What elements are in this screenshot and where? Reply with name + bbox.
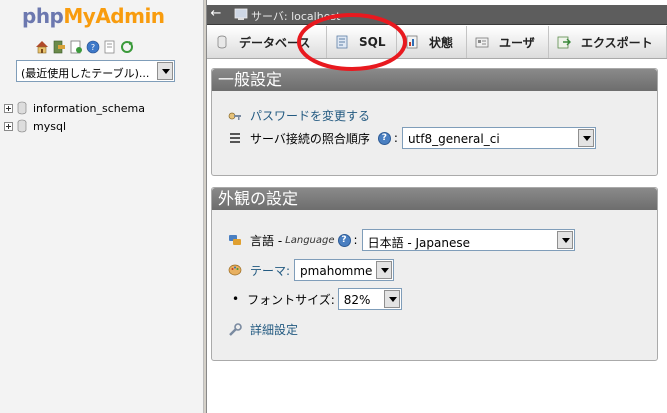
users-icon bbox=[475, 35, 489, 49]
tab-label: ユーザ bbox=[499, 35, 535, 50]
tab-bar: データベース SQL 状態 ユーザ エクスポート bbox=[207, 26, 667, 59]
database-item[interactable]: mysql bbox=[4, 117, 145, 135]
collation-label: サーバ接続の照合順序 bbox=[250, 131, 370, 146]
server-title[interactable]: サーバ: localhost bbox=[251, 8, 340, 24]
help-icon[interactable]: ? bbox=[337, 233, 351, 247]
chevron-down-icon[interactable] bbox=[383, 290, 400, 308]
font-size-select[interactable]: 82% bbox=[337, 288, 402, 310]
tab-label: エクスポート bbox=[581, 35, 653, 50]
language-colon: : bbox=[353, 233, 358, 247]
chevron-down-icon[interactable] bbox=[577, 129, 594, 147]
status-icon bbox=[405, 35, 419, 49]
sql-docs-icon[interactable] bbox=[103, 40, 117, 54]
language-icon bbox=[228, 233, 242, 247]
bullet: • bbox=[232, 292, 240, 306]
chevron-down-icon[interactable] bbox=[157, 62, 173, 80]
database-name[interactable]: mysql bbox=[33, 120, 66, 133]
collation-row: サーバ接続の照合順序 ? : utf8_general_ci bbox=[228, 127, 596, 149]
palette-icon bbox=[228, 263, 242, 277]
general-settings-panel: 一般設定 パスワードを変更する サーバ接続の照合順序 ? : utf8_gene… bbox=[211, 68, 658, 176]
reload-icon[interactable] bbox=[120, 40, 134, 54]
tab-users[interactable]: ユーザ bbox=[467, 26, 549, 58]
change-password-link[interactable]: パスワードを変更する bbox=[250, 107, 370, 124]
database-icon bbox=[15, 101, 29, 115]
recent-tables-value: (最近使用したテーブル)... bbox=[21, 67, 150, 80]
svg-text:?: ? bbox=[91, 43, 95, 52]
expand-icon[interactable] bbox=[4, 121, 13, 131]
tab-label: SQL bbox=[359, 35, 386, 49]
server-icon bbox=[234, 8, 248, 21]
back-arrow-icon[interactable]: ← bbox=[209, 5, 223, 23]
tab-label: 状態 bbox=[429, 35, 454, 50]
theme-row: テーマ: pmahomme bbox=[228, 259, 395, 281]
tab-databases[interactable]: データベース bbox=[207, 26, 327, 58]
nav-icon-bar: ? bbox=[35, 40, 134, 54]
font-size-row: • フォントサイズ: 82% bbox=[228, 288, 402, 310]
query-window-icon[interactable] bbox=[69, 40, 83, 54]
more-settings-link[interactable]: 詳細設定 bbox=[250, 321, 298, 338]
database-icon bbox=[15, 119, 29, 133]
home-icon[interactable] bbox=[35, 40, 49, 54]
font-size-value: 82% bbox=[343, 293, 371, 307]
collation-select[interactable]: utf8_general_ci bbox=[401, 127, 596, 149]
navigation-frame: phpMyAdmin ? (最近使用したテーブル)... information… bbox=[0, 0, 203, 413]
language-sublabel: Language bbox=[285, 234, 335, 246]
database-item[interactable]: information_schema bbox=[4, 99, 145, 117]
font-size-label: フォントサイズ: bbox=[247, 292, 335, 307]
panel-title: 一般設定 bbox=[212, 69, 657, 91]
chevron-down-icon[interactable] bbox=[376, 261, 393, 279]
database-name[interactable]: information_schema bbox=[33, 102, 145, 115]
key-icon bbox=[228, 109, 242, 123]
logo-myadmin-text: MyAdmin bbox=[63, 4, 165, 28]
export-icon bbox=[557, 35, 571, 49]
chevron-down-icon[interactable] bbox=[556, 231, 573, 249]
theme-value: pmahomme bbox=[300, 264, 373, 278]
exit-icon[interactable] bbox=[52, 40, 66, 54]
phpmyadmin-logo[interactable]: phpMyAdmin bbox=[22, 4, 165, 28]
expand-icon[interactable] bbox=[4, 103, 13, 113]
database-icon bbox=[215, 35, 229, 49]
change-password-row[interactable]: パスワードを変更する bbox=[228, 107, 370, 124]
wrench-icon bbox=[228, 322, 242, 337]
theme-label[interactable]: テーマ: bbox=[250, 262, 290, 279]
theme-select[interactable]: pmahomme bbox=[294, 259, 395, 281]
tab-export[interactable]: エクスポート bbox=[549, 26, 667, 58]
collation-value: utf8_general_ci bbox=[407, 132, 500, 146]
help-icon[interactable]: ? bbox=[377, 131, 391, 145]
docs-icon[interactable]: ? bbox=[86, 40, 100, 54]
language-value: 日本語 - Japanese bbox=[367, 236, 471, 250]
tab-status[interactable]: 状態 bbox=[397, 26, 467, 58]
logo-php-text: php bbox=[22, 4, 64, 28]
panel-title: 外観の設定 bbox=[212, 188, 657, 210]
list-icon bbox=[228, 131, 242, 145]
more-settings-row[interactable]: 詳細設定 bbox=[228, 321, 298, 338]
breadcrumb: ← サーバ: localhost bbox=[207, 5, 667, 25]
language-select[interactable]: 日本語 - Japanese bbox=[361, 229, 575, 251]
tab-sql[interactable]: SQL bbox=[327, 26, 397, 58]
database-tree: information_schema mysql bbox=[4, 99, 145, 135]
collation-colon: : bbox=[393, 131, 398, 145]
tab-label: データベース bbox=[239, 35, 311, 50]
sql-icon bbox=[335, 35, 349, 49]
appearance-settings-panel: 外観の設定 言語 - Language ? : 日本語 - Japanese テ… bbox=[211, 187, 658, 361]
recent-tables-select[interactable]: (最近使用したテーブル)... bbox=[16, 60, 175, 82]
language-label: 言語 - bbox=[250, 233, 283, 248]
language-row: 言語 - Language ? : 日本語 - Japanese bbox=[228, 229, 575, 251]
